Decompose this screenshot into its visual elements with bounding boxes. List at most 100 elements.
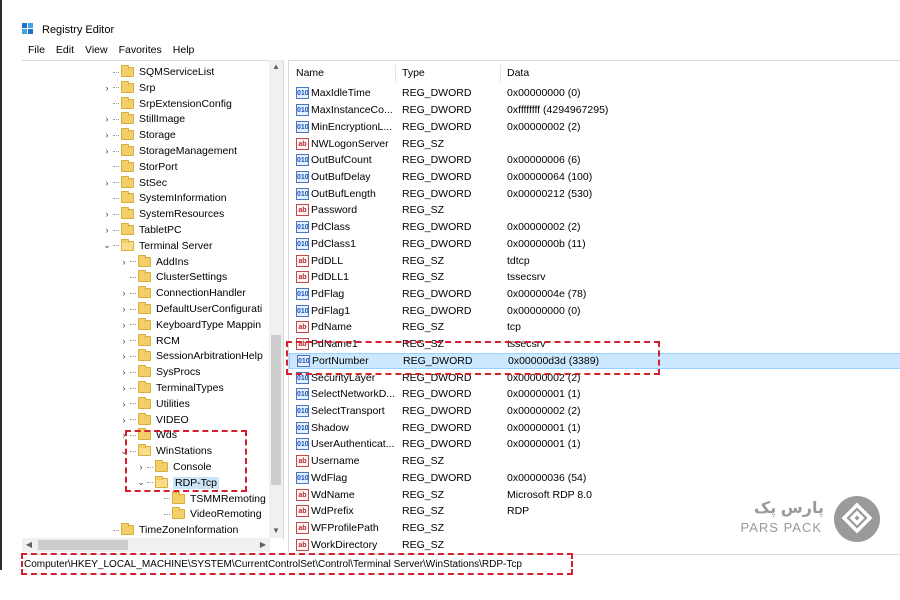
tree-node[interactable]: › StillImage	[102, 111, 185, 127]
expand-chevron-icon[interactable]: ›	[119, 320, 129, 330]
registry-key-tree[interactable]: SQMServiceList › Srp SrpExtensionConfig › Sti…	[22, 60, 284, 540]
expand-chevron-icon[interactable]: ›	[102, 114, 112, 124]
expand-chevron-icon[interactable]: ›	[102, 130, 112, 140]
menu-item-file[interactable]: File	[28, 44, 45, 60]
expand-chevron-icon[interactable]: ›	[119, 399, 129, 409]
folder-icon	[172, 507, 185, 520]
menu-item-view[interactable]: View	[85, 44, 108, 60]
value-row[interactable]: 010 SelectTransport REG_DWORD 0x00000002 (2…	[289, 403, 900, 420]
expand-chevron-icon[interactable]: ›	[136, 462, 146, 472]
tree-node[interactable]: › TabletPC	[102, 222, 182, 238]
tree-node[interactable]: ClusterSettings	[119, 269, 227, 285]
value-row[interactable]: 010 MaxInstanceCo... REG_DWORD 0xffffffff (…	[289, 102, 900, 119]
tree-node[interactable]: ⌄ RDP-Tcp	[136, 475, 220, 491]
value-row[interactable]: 010 SecurityLayer REG_DWORD 0x00000002 (2)	[289, 369, 900, 386]
tree-connector	[113, 182, 119, 184]
tree-node[interactable]: SQMServiceList	[102, 64, 214, 80]
value-name: PortNumber	[312, 354, 369, 367]
tree-node[interactable]: › KeyboardType Mappin	[119, 317, 261, 333]
tree-horizontal-scrollbar[interactable]: ◀ ▶	[22, 538, 270, 552]
tree-scroll-thumb[interactable]	[271, 335, 281, 485]
tree-node[interactable]: › AddIns	[119, 254, 189, 270]
value-row[interactable]: 010 OutBufDelay REG_DWORD 0x00000064 (100)	[289, 169, 900, 186]
scroll-up-icon[interactable]: ▲	[269, 60, 283, 74]
value-row[interactable]: 010 WdFlag REG_DWORD 0x00000036 (54)	[289, 470, 900, 487]
expand-chevron-icon[interactable]: ›	[119, 415, 129, 425]
value-row[interactable]: ab PdName REG_SZ tcp	[289, 319, 900, 336]
value-row[interactable]: 010 PdFlag1 REG_DWORD 0x00000000 (0)	[289, 302, 900, 319]
tree-node[interactable]: › Console	[136, 459, 212, 475]
tree-node[interactable]: SrpExtensionConfig	[102, 96, 232, 112]
value-data: 0x00000000 (0)	[507, 304, 581, 317]
scroll-right-icon[interactable]: ▶	[256, 538, 270, 552]
value-row[interactable]: 010 SelectNetworkD... REG_DWORD 0x00000001 …	[289, 386, 900, 403]
value-row[interactable]: 010 MinEncryptionL... REG_DWORD 0x00000002 …	[289, 118, 900, 135]
tree-node[interactable]: › Wds	[119, 427, 177, 443]
expand-chevron-icon[interactable]: ›	[102, 225, 112, 235]
menu-item-help[interactable]: Help	[173, 44, 195, 60]
expand-chevron-icon[interactable]: ›	[102, 83, 112, 93]
scroll-down-icon[interactable]: ▼	[269, 524, 283, 538]
expand-chevron-icon[interactable]: ›	[119, 288, 129, 298]
tree-node[interactable]: › StSec	[102, 175, 167, 191]
tree-node[interactable]: › SysProcs	[119, 364, 200, 380]
tree-node[interactable]: › ConnectionHandler	[119, 285, 246, 301]
tree-node[interactable]: StorPort	[102, 159, 178, 175]
value-type: REG_DWORD	[402, 237, 472, 250]
expand-chevron-icon[interactable]: ›	[119, 383, 129, 393]
expand-chevron-icon[interactable]: ›	[119, 430, 129, 440]
tree-node[interactable]: › Srp	[102, 80, 155, 96]
tree-node[interactable]: › SystemResources	[102, 206, 224, 222]
expand-chevron-icon[interactable]: ›	[102, 178, 112, 188]
expand-chevron-icon[interactable]: ›	[102, 146, 112, 156]
tree-vertical-scrollbar[interactable]: ▲ ▼	[269, 60, 283, 538]
tree-node[interactable]: TimeZoneInformation	[102, 522, 238, 538]
value-row[interactable]: 010 PdClass REG_DWORD 0x00000002 (2)	[289, 219, 900, 236]
value-row[interactable]: ab PdDLL REG_SZ tdtcp	[289, 252, 900, 269]
value-row[interactable]: 010 PortNumber REG_DWORD 0x00000d3d (3389)	[289, 352, 900, 370]
tree-node[interactable]: ⌄ WinStations	[119, 443, 212, 459]
collapse-chevron-icon[interactable]: ⌄	[136, 477, 146, 488]
expand-chevron-icon[interactable]: ›	[119, 336, 129, 346]
tree-node[interactable]: VideoRemoting	[153, 506, 262, 522]
tree-node[interactable]: › SessionArbitrationHelp	[119, 348, 263, 364]
column-header-data[interactable]: Data	[507, 67, 529, 79]
value-row[interactable]: 010 PdClass1 REG_DWORD 0x0000000b (11)	[289, 235, 900, 252]
value-row[interactable]: 010 MaxIdleTime REG_DWORD 0x00000000 (0)	[289, 85, 900, 102]
value-row[interactable]: ab NWLogonServer REG_SZ	[289, 135, 900, 152]
tree-node[interactable]: › TerminalTypes	[119, 380, 224, 396]
tree-node[interactable]: ⌄ Terminal Server	[102, 238, 213, 254]
collapse-chevron-icon[interactable]: ⌄	[119, 446, 129, 457]
value-row[interactable]: 010 Shadow REG_DWORD 0x00000001 (1)	[289, 419, 900, 436]
value-row[interactable]: 010 OutBufLength REG_DWORD 0x00000212 (530)	[289, 185, 900, 202]
expand-chevron-icon[interactable]: ›	[102, 209, 112, 219]
value-row[interactable]: ab PdDLL1 REG_SZ tssecsrv	[289, 269, 900, 286]
value-row[interactable]: 010 UserAuthenticat... REG_DWORD 0x00000001…	[289, 436, 900, 453]
value-name: UserAuthenticat...	[311, 438, 395, 451]
tree-node[interactable]: TSMMRemoting	[153, 491, 266, 507]
expand-chevron-icon[interactable]: ›	[119, 351, 129, 361]
tree-node[interactable]: › DefaultUserConfigurati	[119, 301, 262, 317]
value-row[interactable]: ab Password REG_SZ	[289, 202, 900, 219]
scroll-left-icon[interactable]: ◀	[22, 538, 36, 552]
expand-chevron-icon[interactable]: ›	[119, 257, 129, 267]
tree-node[interactable]: › Utilities	[119, 396, 190, 412]
menu-item-edit[interactable]: Edit	[56, 44, 74, 60]
value-row[interactable]: 010 OutBufCount REG_DWORD 0x00000006 (6)	[289, 152, 900, 169]
value-type: REG_DWORD	[403, 354, 473, 367]
tree-node[interactable]: › StorageManagement	[102, 143, 237, 159]
tree-node[interactable]: SystemInformation	[102, 190, 227, 206]
tree-node[interactable]: › RCM	[119, 333, 180, 349]
value-row[interactable]: ab PdName1 REG_SZ tssecsrv	[289, 336, 900, 353]
tree-node[interactable]: › VIDEO	[119, 412, 189, 428]
value-row[interactable]: 010 PdFlag REG_DWORD 0x0000004e (78)	[289, 286, 900, 303]
collapse-chevron-icon[interactable]: ⌄	[102, 240, 112, 251]
expand-chevron-icon[interactable]: ›	[119, 367, 129, 377]
value-row[interactable]: ab Username REG_SZ	[289, 453, 900, 470]
tree-node[interactable]: › Storage	[102, 127, 176, 143]
expand-chevron-icon[interactable]: ›	[119, 304, 129, 314]
menu-item-favorites[interactable]: Favorites	[119, 44, 162, 60]
column-header-type[interactable]: Type	[402, 67, 425, 79]
column-header-name[interactable]: Name	[296, 67, 324, 79]
tree-hscroll-thumb[interactable]	[38, 540, 128, 550]
